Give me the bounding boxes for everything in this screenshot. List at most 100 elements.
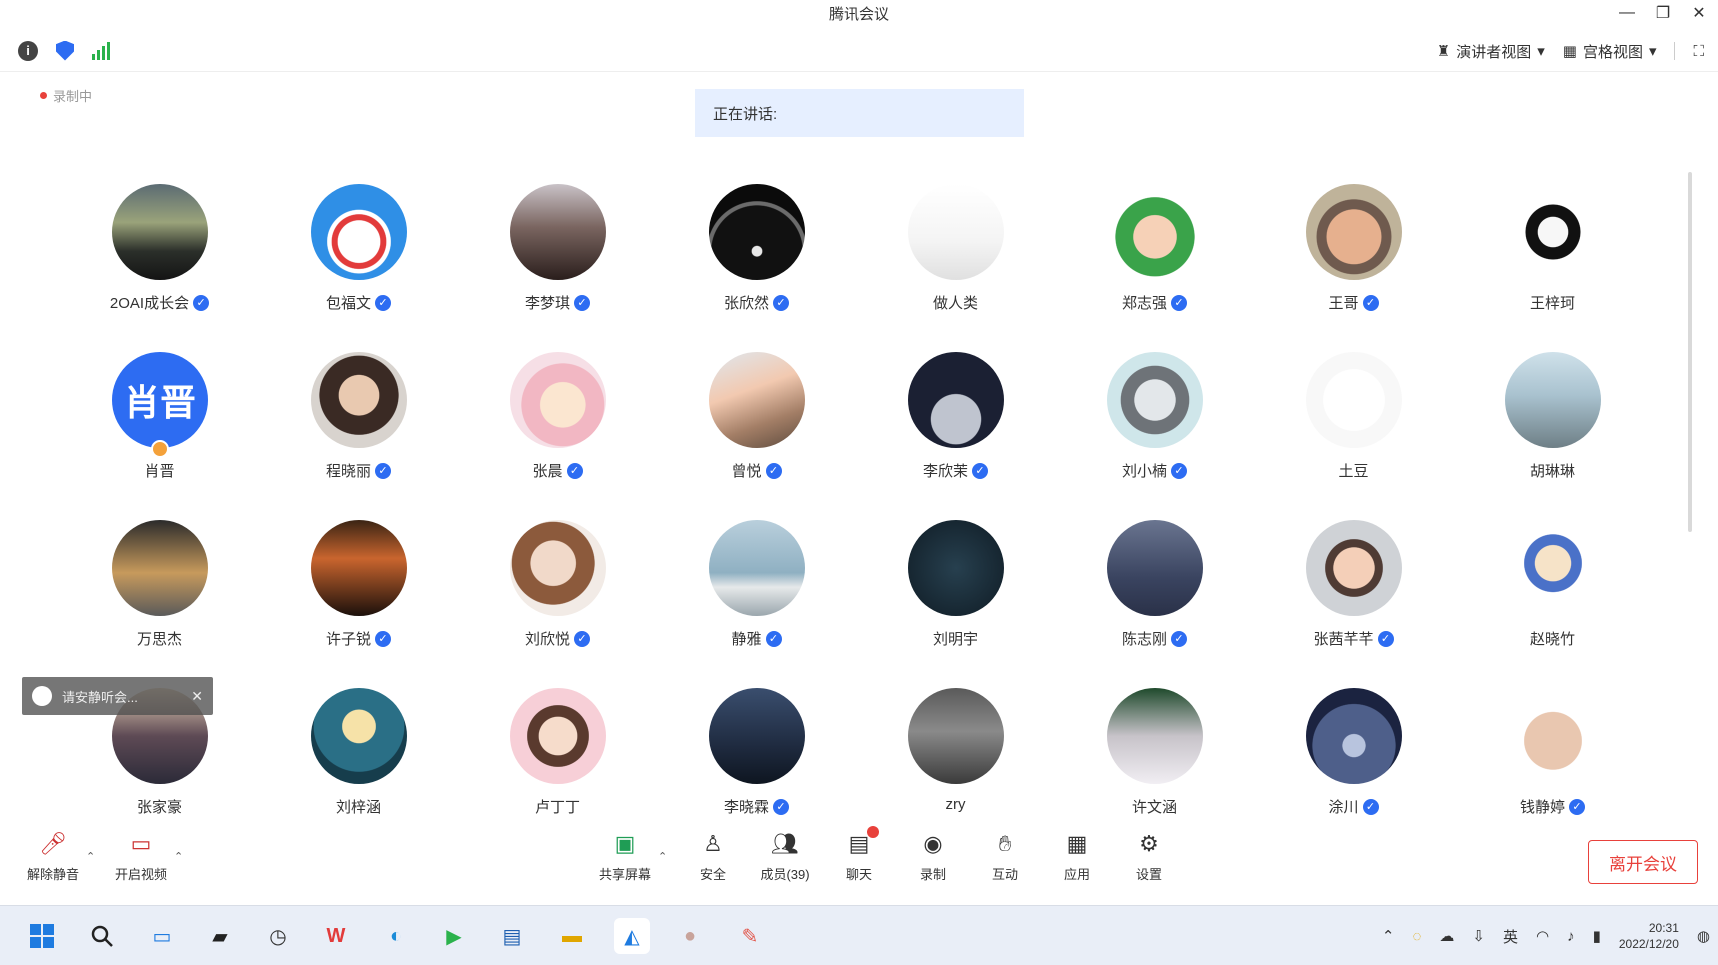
apps-button[interactable]: ▦ 应用 xyxy=(1040,830,1114,896)
notes-app-icon[interactable]: ▰ xyxy=(202,918,238,954)
app-window-icon[interactable]: ▤ xyxy=(494,918,530,954)
participant-tile[interactable]: 许子锐 ✓ xyxy=(259,516,458,666)
participant-tile[interactable]: 刘明宇 xyxy=(856,516,1055,666)
participant-tile[interactable]: 做人类 xyxy=(856,180,1055,330)
wifi-icon[interactable]: ◠ xyxy=(1536,927,1549,945)
participant-tile[interactable]: 张晨 ✓ xyxy=(458,348,657,498)
participant-grid: 2OAI成长会 ✓ 包福文 ✓ 李梦琪 ✓ 张欣然 ✓ 做人类 郑志强 ✓ 王哥 ✓ 王梓珂 肖晋 肖晋 程晓丽… xyxy=(60,180,1660,820)
participant-tile[interactable]: 王梓珂 xyxy=(1453,180,1652,330)
verified-icon: ✓ xyxy=(375,630,391,647)
battery-icon[interactable]: ▮ xyxy=(1593,927,1601,945)
close-button[interactable]: ✕ xyxy=(1688,3,1710,23)
microphone-muted-icon: 🎤︎ xyxy=(39,831,67,856)
notification-icon[interactable]: ◍ xyxy=(1697,927,1710,945)
layout-dropdown[interactable]: ▦ 宫格视图 ▾ xyxy=(1563,41,1657,62)
avatar xyxy=(1107,688,1203,784)
participant-tile[interactable]: 陈志刚 ✓ xyxy=(1055,516,1254,666)
participant-tile[interactable]: 李梦琪 ✓ xyxy=(458,180,657,330)
participant-name: 涂川 xyxy=(1328,799,1359,816)
grid-scrollbar[interactable] xyxy=(1688,172,1692,532)
participant-tile[interactable]: 王哥 ✓ xyxy=(1254,180,1453,330)
fullscreen-icon[interactable]: ⛶ xyxy=(1693,43,1704,60)
chat-button[interactable]: ▤ 聊天 xyxy=(822,826,896,896)
meeting-info-icons: i xyxy=(18,40,110,61)
participant-tile[interactable]: zry xyxy=(856,684,1055,834)
tray-app-icon[interactable]: ◌ xyxy=(1412,928,1421,945)
participant-name: 包福文 xyxy=(325,295,371,312)
record-button[interactable]: ◉ 录制 xyxy=(896,830,970,896)
participant-tile[interactable]: 刘梓涵 xyxy=(259,684,458,834)
participant-tile[interactable]: 张欣然 ✓ xyxy=(657,180,856,330)
mute-button[interactable]: 🎤︎ 解除静音 xyxy=(16,830,90,896)
participant-tile[interactable]: 2OAI成长会 ✓ xyxy=(60,180,259,330)
members-button[interactable]: 👥︎ 成员(39) xyxy=(748,830,822,896)
desktop-icon[interactable]: ▭ xyxy=(144,918,180,954)
participant-tile[interactable]: 万思杰 xyxy=(60,516,259,666)
windows-start-icon[interactable] xyxy=(24,918,60,954)
system-clock[interactable]: 20:31 2022/12/20 xyxy=(1619,920,1679,952)
participant-tile[interactable]: 钱静婷 ✓ xyxy=(1453,684,1652,834)
interact-button[interactable]: ✋︎ 互动 xyxy=(968,830,1042,896)
participant-tile[interactable]: 郑志强 ✓ xyxy=(1055,180,1254,330)
minimize-button[interactable]: — xyxy=(1616,4,1638,22)
participant-tile[interactable]: 刘欣悦 ✓ xyxy=(458,516,657,666)
participant-tile[interactable]: 李欣茉 ✓ xyxy=(856,348,1055,498)
wps-app-icon[interactable]: W xyxy=(318,918,354,954)
participant-name: 做人类 xyxy=(932,295,978,312)
search-icon[interactable] xyxy=(84,918,120,954)
participant-name-row: 肖晋 xyxy=(60,460,259,481)
folder-icon[interactable]: ▬ xyxy=(554,918,590,954)
restore-button[interactable]: ❐ xyxy=(1652,3,1674,23)
settings-button[interactable]: ⚙ 设置 xyxy=(1112,830,1186,896)
close-icon[interactable]: ✕ xyxy=(191,688,203,705)
media-player-icon[interactable]: ▶ xyxy=(436,918,472,954)
app-avatar-icon[interactable]: ● xyxy=(672,918,708,954)
download-icon[interactable]: ⇩ xyxy=(1472,927,1485,945)
verified-icon: ✓ xyxy=(1362,294,1379,311)
chevron-up-icon[interactable]: ⌃ xyxy=(658,850,667,863)
share-screen-button[interactable]: ▣ 共享屏幕 xyxy=(588,830,662,896)
speaker-view-dropdown[interactable]: ♜ 演讲者视图 ▾ xyxy=(1437,41,1545,62)
participant-tile[interactable]: 涂川 ✓ xyxy=(1254,684,1453,834)
chat-popup[interactable]: 请安静听会... ✕ xyxy=(22,677,213,715)
avatar xyxy=(510,688,606,784)
cloud-icon[interactable]: ☁︎ xyxy=(1439,927,1454,945)
edge-browser-icon[interactable]: ◐ xyxy=(378,918,414,954)
participant-tile[interactable]: 赵晓竹 xyxy=(1453,516,1652,666)
participant-tile[interactable]: 卢丁丁 xyxy=(458,684,657,834)
verified-icon: ✓ xyxy=(193,294,210,311)
security-button[interactable]: ♙ 安全 xyxy=(676,830,750,896)
participant-tile[interactable]: 胡琳琳 xyxy=(1453,348,1652,498)
recording-label: 录制中 xyxy=(53,89,93,104)
info-icon[interactable]: i xyxy=(18,40,38,61)
participant-name-row: zry xyxy=(856,796,1055,813)
participant-name: 李晓霖 xyxy=(723,799,769,816)
participant-tile[interactable]: 包福文 ✓ xyxy=(259,180,458,330)
participant-tile[interactable]: 李晓霖 ✓ xyxy=(657,684,856,834)
chat-popup-text: 请安静听会... xyxy=(62,689,138,705)
signal-icon[interactable] xyxy=(92,41,110,60)
participant-tile[interactable]: 张茜芊芊 ✓ xyxy=(1254,516,1453,666)
chevron-up-icon[interactable]: ⌃ xyxy=(174,850,183,863)
input-language[interactable]: 英 xyxy=(1503,926,1518,947)
video-button[interactable]: ▭ 开启视频 xyxy=(104,830,178,896)
app-tool-icon[interactable]: ✎ xyxy=(732,918,768,954)
participant-tile[interactable]: 静雅 ✓ xyxy=(657,516,856,666)
participant-name-row: 程晓丽 ✓ xyxy=(259,460,458,481)
apps-grid-icon: ▦ xyxy=(1066,831,1088,856)
participant-tile[interactable]: 土豆 xyxy=(1254,348,1453,498)
participant-name: 胡琳琳 xyxy=(1529,463,1575,480)
volume-icon[interactable]: ♪ xyxy=(1567,928,1575,945)
chevron-up-icon[interactable]: ⌃ xyxy=(1382,927,1395,945)
leave-meeting-button[interactable]: 离开会议 xyxy=(1588,840,1698,884)
clock-app-icon[interactable]: ◷ xyxy=(260,918,296,954)
participant-tile[interactable]: 许文涵 xyxy=(1055,684,1254,834)
shield-icon[interactable] xyxy=(56,40,74,61)
participant-tile[interactable]: 肖晋 肖晋 xyxy=(60,348,259,498)
chevron-up-icon[interactable]: ⌃ xyxy=(86,850,95,863)
participant-tile[interactable]: 程晓丽 ✓ xyxy=(259,348,458,498)
participant-tile[interactable]: 刘小楠 ✓ xyxy=(1055,348,1254,498)
participant-tile[interactable]: 曾悦 ✓ xyxy=(657,348,856,498)
avatar xyxy=(311,352,407,448)
tencent-meeting-app-icon[interactable]: ◭ xyxy=(614,918,650,954)
